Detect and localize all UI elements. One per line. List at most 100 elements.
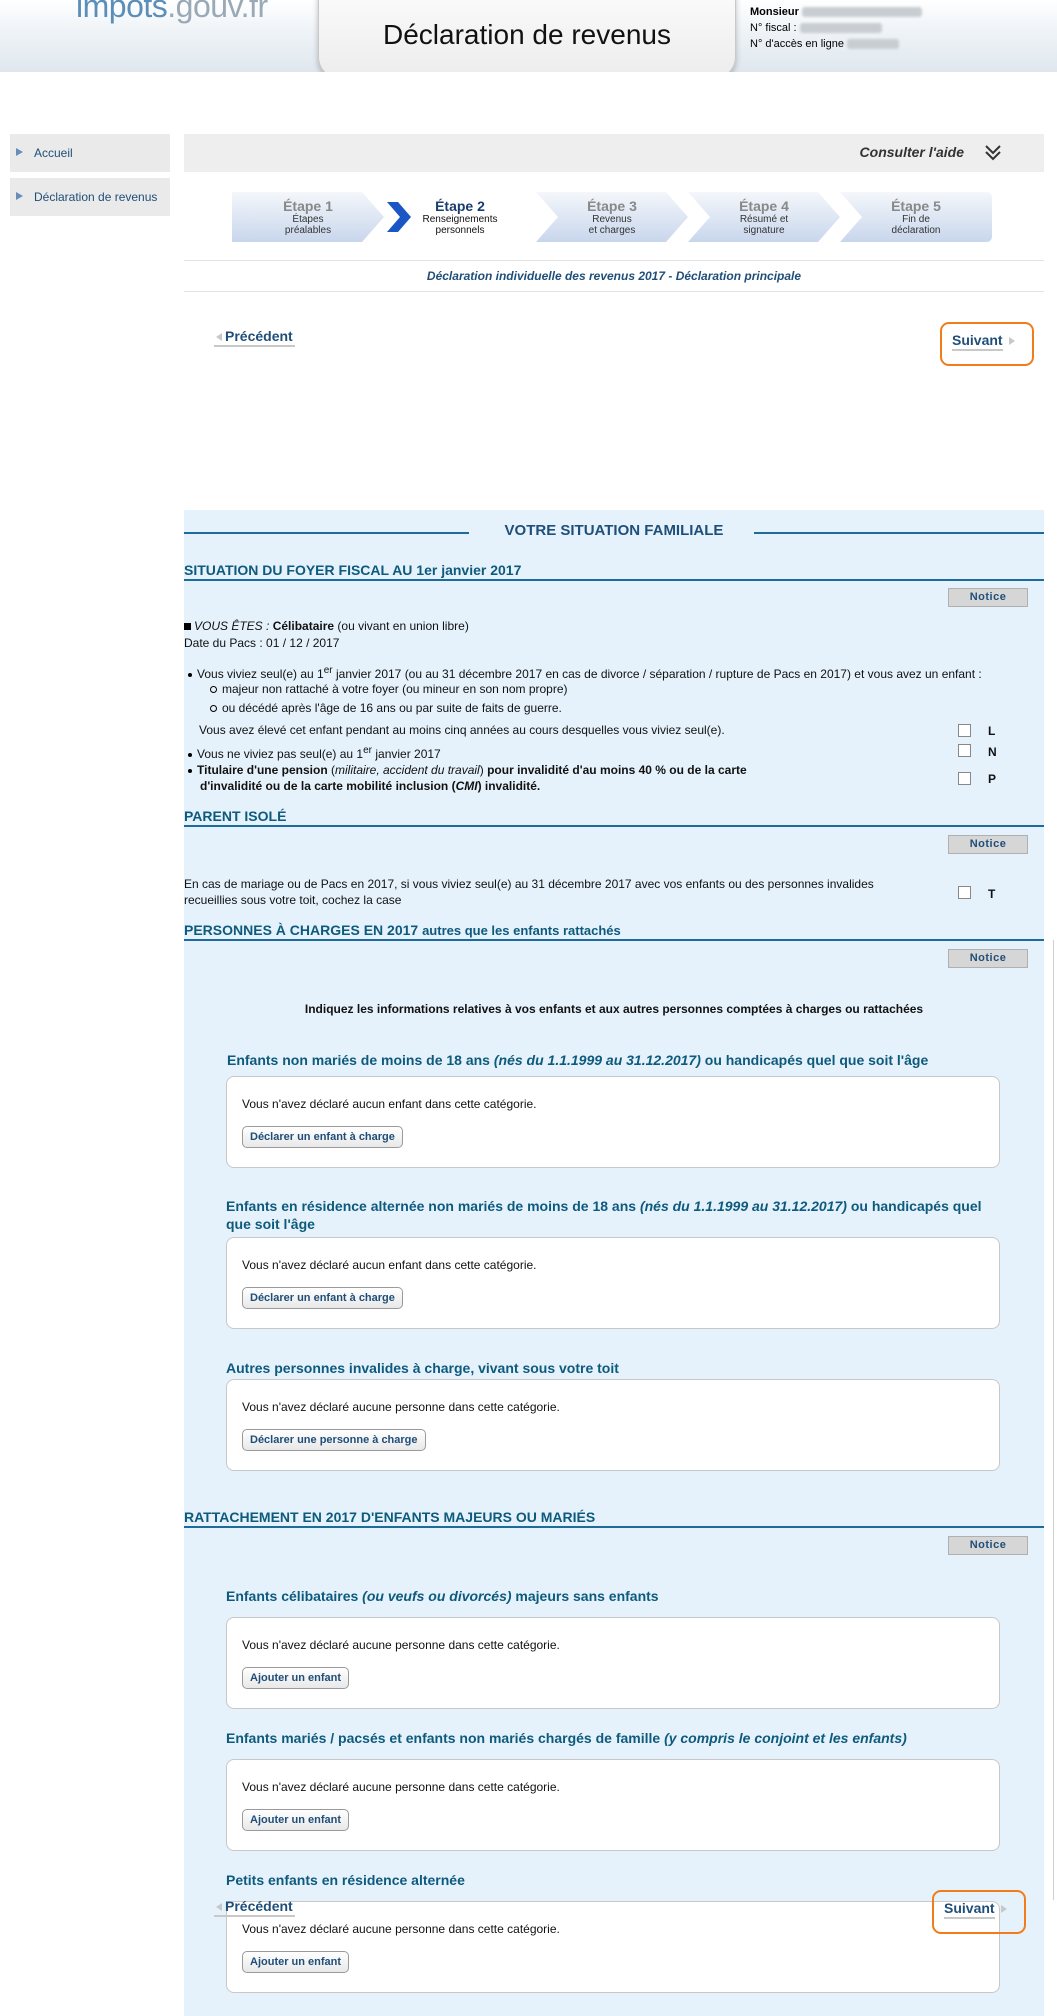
header: impots.gouv.fr Déclaration de revenus Mo… — [0, 0, 1057, 72]
vous-etes-value: Célibataire — [272, 619, 335, 633]
arrow-left-icon — [216, 1903, 222, 1912]
add-child-button-2[interactable]: Ajouter un enfant — [242, 1809, 350, 1831]
sidebar-item-accueil[interactable]: Accueil — [10, 134, 170, 172]
checkbox-L[interactable] — [958, 724, 971, 737]
step-desc-1: Fin de — [902, 214, 930, 225]
sidebar-item-declaration[interactable]: Déclaration de revenus — [10, 178, 170, 216]
main-title-text: VOTRE SITUATION FAMILIALE — [492, 522, 736, 539]
option-p-text: Titulaire d'une pension (militaire, acci… — [188, 762, 808, 794]
help-bar: Consulter l'aide — [184, 134, 1044, 172]
step-desc-2: personnels — [435, 225, 485, 236]
pacs-date: Date du Pacs : 01 / 12 / 2017 — [184, 636, 340, 650]
parent-isole-heading: PARENT ISOLÉ — [184, 808, 1044, 827]
step-number: Étape 3 — [587, 198, 637, 214]
arrow-right-icon — [1001, 1905, 1007, 1913]
sub-item-2: ou décédé après l'âge de 16 ans ou par s… — [210, 700, 562, 716]
personnes-heading-sub: autres que les enfants rattachés — [422, 923, 621, 938]
bullet-icon — [188, 768, 192, 773]
checkbox-T-label: T — [988, 887, 996, 901]
next-button-bottom[interactable]: Suivant — [932, 1890, 1026, 1934]
arrow-left-icon — [216, 333, 222, 342]
double-chevron-down-icon[interactable] — [982, 140, 1004, 164]
cat-enfants-maries: Enfants mariés / pacsés et enfants non m… — [226, 1729, 907, 1747]
step-desc-2: déclaration — [891, 225, 941, 236]
b1-b: janvier 2017 (ou au 31 décembre 2017 en … — [332, 667, 982, 681]
step-number: Étape 5 — [891, 198, 941, 214]
previous-button-bottom[interactable]: Précédent — [214, 1898, 295, 1917]
step-progress: Étape 1 Étapes préalables Étape 2 Rensei… — [232, 192, 997, 242]
step-desc-2: préalables — [284, 225, 332, 236]
site-logo[interactable]: impots.gouv.fr — [76, 0, 268, 25]
b2-a: Vous ne viviez pas seul(e) au 1 — [197, 747, 364, 761]
checkbox-P-label: P — [988, 772, 997, 786]
declare-person-button[interactable]: Déclarer une personne à charge — [242, 1429, 426, 1451]
box-enfants-mineurs: Vous n'avez déclaré aucun enfant dans ce… — [226, 1076, 1000, 1168]
step-4[interactable]: Étape 4 Résumé et signature — [688, 192, 840, 242]
redacted-fiscal — [799, 23, 882, 34]
b1-sup: er — [323, 665, 333, 676]
checkbox-T[interactable] — [958, 886, 971, 899]
step-desc-1: Résumé et — [739, 214, 789, 225]
step-1[interactable]: Étape 1 Étapes préalables — [232, 192, 384, 242]
previous-label: Précédent — [225, 1898, 293, 1914]
step-desc-1: Revenus — [592, 214, 632, 225]
step-number: Étape 1 — [283, 198, 333, 214]
notice-button-personnes[interactable]: Notice — [948, 949, 1028, 968]
rcat2-a: Enfants mariés / pacsés et enfants non m… — [226, 1730, 665, 1746]
circle-bullet-icon — [210, 705, 217, 713]
vous-etes-label: VOUS ÊTES : — [194, 619, 270, 633]
rattachement-heading: RATTACHEMENT EN 2017 D'ENFANTS MAJEURS O… — [184, 1509, 1044, 1528]
sidebar-item-label: Déclaration de revenus — [34, 190, 158, 204]
personnes-heading-text: PERSONNES À CHARGES EN 2017 — [184, 922, 419, 938]
add-child-button-1[interactable]: Ajouter un enfant — [242, 1667, 350, 1689]
triangle-right-icon — [16, 192, 23, 200]
notice-button-parent-isole[interactable]: Notice — [948, 835, 1028, 854]
logo-main: impots — [76, 0, 168, 24]
sub-item-1: majeur non rattaché à votre foyer (ou mi… — [210, 681, 568, 697]
checkbox-P[interactable] — [958, 772, 971, 785]
box-enfants-alternee: Vous n'avez déclaré aucun enfant dans ce… — [226, 1237, 1000, 1329]
sidebar-item-label: Accueil — [34, 146, 73, 160]
step-3[interactable]: Étape 3 Revenus et charges — [536, 192, 688, 242]
circle-bullet-icon — [210, 686, 217, 694]
previous-label: Précédent — [225, 328, 293, 344]
square-bullet-icon — [184, 623, 191, 631]
box-enfants-maries: Vous n'avez déclaré aucune personne dans… — [226, 1759, 1000, 1851]
b3-line2b: ) invalidité. — [477, 779, 541, 793]
logo-domain: .gouv.fr — [167, 0, 268, 24]
next-button-top[interactable]: Suivant — [940, 322, 1034, 366]
user-info: Monsieur N° fiscal : N° d'accès en ligne — [750, 4, 922, 52]
b3-bold2: pour invalidité d'au moins 40 % ou de la… — [487, 763, 747, 777]
b2-b: janvier 2017 — [372, 747, 441, 761]
previous-button-top[interactable]: Précédent — [214, 328, 295, 347]
add-child-button-3[interactable]: Ajouter un enfant — [242, 1951, 350, 1973]
page-edge-line — [1053, 940, 1054, 1900]
access-label: N° d'accès en ligne — [750, 38, 844, 50]
rcat2-ital: (y compris le conjoint et les enfants) — [664, 1730, 907, 1746]
notice-button-situation[interactable]: Notice — [948, 588, 1028, 607]
next-label: Suivant — [944, 1900, 995, 1919]
step-number: Étape 2 — [435, 198, 485, 214]
next-label: Suivant — [952, 332, 1003, 351]
step-2[interactable]: Étape 2 Renseignements personnels — [384, 192, 536, 242]
fiscal-label: N° fiscal : — [750, 22, 797, 34]
step-5[interactable]: Étape 5 Fin de déclaration — [840, 192, 992, 242]
rcat1-b: majeurs sans enfants — [511, 1588, 659, 1604]
checkbox-N[interactable] — [958, 744, 971, 757]
b2-sup: er — [363, 745, 373, 756]
step-desc-2: signature — [743, 225, 785, 236]
rcat1-a: Enfants célibataires — [226, 1588, 363, 1604]
declare-child-button[interactable]: Déclarer un enfant à charge — [242, 1126, 403, 1148]
personnes-intro: Indiquez les informations relatives à vo… — [304, 1002, 924, 1016]
declaration-title: Déclaration individuelle des revenus 201… — [184, 260, 1044, 292]
checkbox-N-label: N — [988, 745, 997, 759]
notice-button-rattachement[interactable]: Notice — [948, 1536, 1028, 1555]
cat2-ital: (nés du 1.1.1999 au 31.12.2017) — [639, 1198, 847, 1214]
help-link[interactable]: Consulter l'aide — [860, 144, 964, 160]
step-number: Étape 4 — [739, 198, 789, 214]
personnes-heading: PERSONNES À CHARGES EN 2017 autres que l… — [184, 922, 1044, 941]
checkbox-L-label: L — [988, 724, 996, 738]
arrow-right-icon — [1009, 337, 1015, 345]
vous-etes-line: VOUS ÊTES : Célibataire (ou vivant en un… — [184, 618, 469, 634]
declare-child-alternee-button[interactable]: Déclarer un enfant à charge — [242, 1287, 403, 1309]
